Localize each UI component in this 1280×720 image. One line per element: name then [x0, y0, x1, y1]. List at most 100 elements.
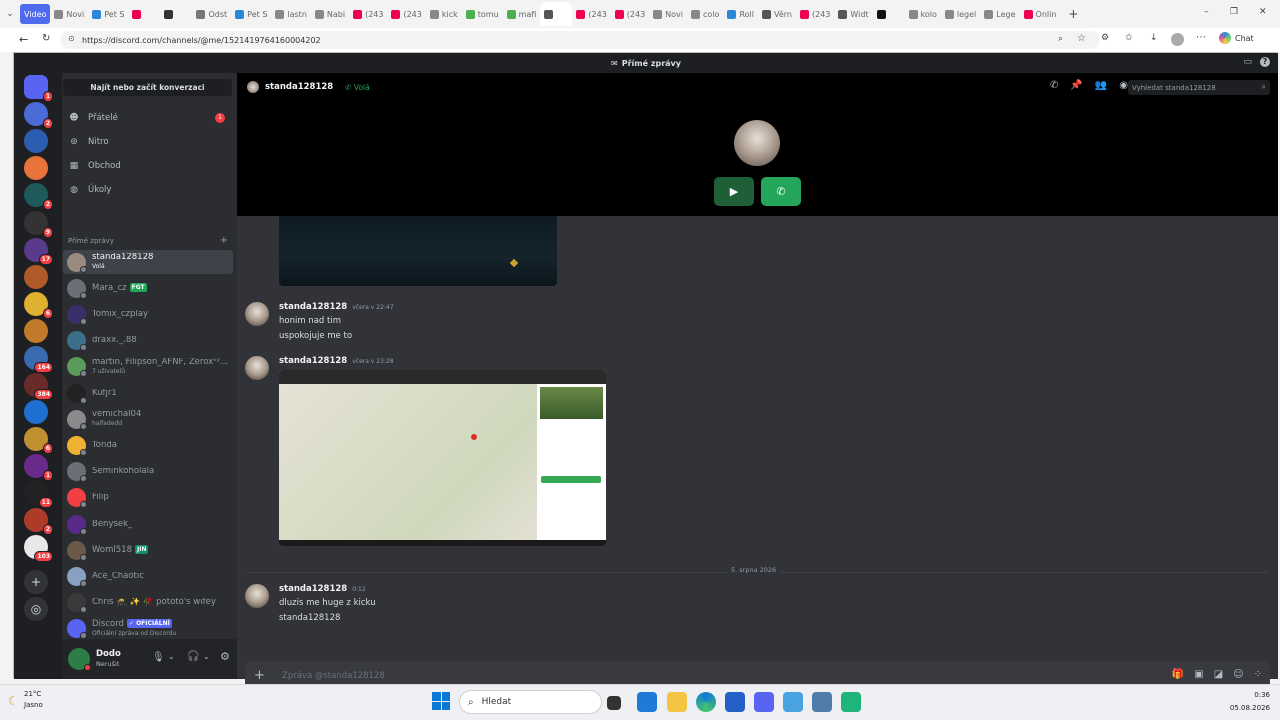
audio-options-icon[interactable]: ⌄: [203, 652, 210, 661]
dm-item[interactable]: draxx._.88: [63, 329, 233, 353]
back-icon[interactable]: ←: [19, 33, 28, 46]
browser-tab[interactable]: [873, 4, 905, 24]
nav-quests[interactable]: ◍ Úkoly: [63, 179, 233, 201]
dm-item[interactable]: Benysek_: [63, 512, 233, 536]
dm-item[interactable]: martin, Filipson_AFNF, Zeroxᵛʸ... 7 uživa…: [63, 355, 233, 379]
message-avatar[interactable]: [245, 584, 269, 608]
server-icon[interactable]: 17: [24, 238, 53, 265]
browser-tab[interactable]: Odst: [192, 4, 231, 24]
maximize-icon[interactable]: ❐: [1230, 7, 1238, 17]
server-icon[interactable]: 103: [24, 535, 53, 562]
discord-taskbar-icon[interactable]: [754, 692, 774, 712]
user-avatar[interactable]: [68, 648, 91, 671]
message-avatar[interactable]: [245, 302, 269, 326]
dm-item[interactable]: Seminkoholala: [63, 460, 233, 484]
inbox-icon[interactable]: ▭: [1243, 57, 1252, 67]
dm-item[interactable]: Ace_Chaotic: [63, 564, 233, 588]
nav-friends[interactable]: ☻ Přátelé 1: [63, 107, 233, 129]
server-icon[interactable]: 384: [24, 373, 53, 400]
browser-tab[interactable]: mafi: [503, 4, 541, 24]
server-icon[interactable]: 2: [24, 508, 53, 535]
browser-tab[interactable]: colo: [687, 4, 723, 24]
pin-icon[interactable]: 📌: [1070, 80, 1082, 91]
profile-avatar[interactable]: [1171, 33, 1184, 46]
user-profile-icon[interactable]: ◉: [1119, 80, 1128, 91]
dm-item[interactable]: Kufjr1: [63, 381, 233, 405]
weather-widget[interactable]: 21°C Jasno: [24, 689, 43, 711]
edge-icon[interactable]: [696, 692, 716, 712]
server-icon[interactable]: [24, 129, 48, 153]
zoom-icon[interactable]: ⌕: [1058, 34, 1063, 44]
attach-plus-icon[interactable]: +: [254, 669, 268, 683]
browser-tab[interactable]: legel: [941, 4, 980, 24]
file-explorer-icon[interactable]: [667, 692, 687, 712]
server-icon[interactable]: 6: [24, 427, 53, 454]
gif-icon[interactable]: ▣: [1194, 669, 1203, 680]
browser-tab[interactable]: Lege: [980, 4, 1019, 24]
dm-item[interactable]: Tomix_czplay: [63, 302, 233, 326]
dm-item[interactable]: Chris 🥷 ✨ 🥀 pototo's wifey: [63, 591, 233, 615]
favorites-icon[interactable]: ✩: [1125, 33, 1133, 43]
browser-tab[interactable]: kick: [426, 4, 462, 24]
downloads-icon[interactable]: ↓: [1150, 33, 1158, 43]
sticker-icon[interactable]: ◪: [1214, 669, 1223, 680]
browser-tab[interactable]: Onlin: [1020, 4, 1061, 24]
screenshot-attachment[interactable]: [279, 370, 606, 546]
close-window-icon[interactable]: ✕: [1259, 7, 1267, 17]
server-icon[interactable]: 2: [24, 102, 53, 129]
browser-tab[interactable]: [128, 4, 160, 24]
browser-tab[interactable]: Pet S: [88, 4, 128, 24]
extensions-icon[interactable]: ⚙: [1101, 33, 1109, 43]
emoji-icon[interactable]: ☺: [1233, 669, 1243, 680]
server-icon[interactable]: 9: [24, 211, 53, 238]
start-icon[interactable]: [432, 692, 450, 710]
tab-actions-icon[interactable]: ⌄: [0, 9, 20, 19]
server-icon[interactable]: [24, 156, 48, 180]
server-icon[interactable]: [24, 400, 48, 424]
settings-gear-icon[interactable]: ⚙: [220, 650, 230, 663]
new-tab-icon[interactable]: +: [1068, 7, 1078, 21]
browser-tab[interactable]: [160, 4, 192, 24]
browser-tab[interactable]: (243: [387, 4, 425, 24]
browser-tab[interactable]: Nabi: [311, 4, 349, 24]
nav-shop[interactable]: ▦ Obchod: [63, 155, 233, 177]
message-avatar[interactable]: [245, 356, 269, 380]
direct-messages-icon[interactable]: 1: [24, 75, 53, 102]
image-attachment[interactable]: [279, 216, 557, 286]
browser-tab[interactable]: Novi: [50, 4, 88, 24]
browser-tab[interactable]: (243: [572, 4, 610, 24]
gift-icon[interactable]: 🎁: [1172, 669, 1184, 680]
nav-nitro[interactable]: ⊚ Nitro: [63, 131, 233, 153]
reload-icon[interactable]: ↻: [42, 33, 50, 44]
browser-tab[interactable]: tomu: [462, 4, 503, 24]
start-call-icon[interactable]: ✆: [1050, 80, 1058, 91]
browser-tab[interactable]: Widt: [834, 4, 872, 24]
server-icon[interactable]: 164: [24, 346, 53, 373]
dm-item[interactable]: Tonda: [63, 433, 233, 457]
server-icon[interactable]: [24, 265, 48, 289]
server-icon[interactable]: 1: [24, 454, 53, 481]
browser-tab[interactable]: Roll: [723, 4, 758, 24]
site-info-icon[interactable]: ⊙: [68, 34, 75, 43]
favorite-icon[interactable]: ☆: [1077, 33, 1086, 44]
find-conversation-button[interactable]: Najít nebo začít konverzaci: [63, 79, 232, 96]
mic-options-icon[interactable]: ⌄: [168, 652, 175, 661]
store-icon[interactable]: [725, 692, 745, 712]
minimize-icon[interactable]: –: [1204, 7, 1209, 17]
dm-item[interactable]: vemichal04 halfadedd: [63, 407, 233, 431]
dm-item[interactable]: standa128128 Volá: [63, 250, 233, 274]
browser-tab[interactable]: kolo: [905, 4, 941, 24]
browser-tab[interactable]: (243: [796, 4, 834, 24]
copilot-button[interactable]: Chat: [1219, 32, 1254, 44]
dm-item[interactable]: Filip: [63, 486, 233, 510]
message-author[interactable]: standa128128 včera v 23:28: [279, 356, 394, 366]
channel-name[interactable]: standa128128: [265, 82, 333, 92]
microphone-icon[interactable]: 🎙: [152, 652, 165, 663]
help-icon[interactable]: ?: [1260, 57, 1270, 67]
browser-tab[interactable]: Video: [20, 4, 51, 24]
server-icon[interactable]: 2: [24, 183, 53, 210]
add-server-icon[interactable]: +: [24, 570, 48, 594]
join-video-button[interactable]: ▶: [714, 177, 754, 206]
photos-icon[interactable]: [783, 692, 803, 712]
browser-tab[interactable]: lastn: [271, 4, 311, 24]
